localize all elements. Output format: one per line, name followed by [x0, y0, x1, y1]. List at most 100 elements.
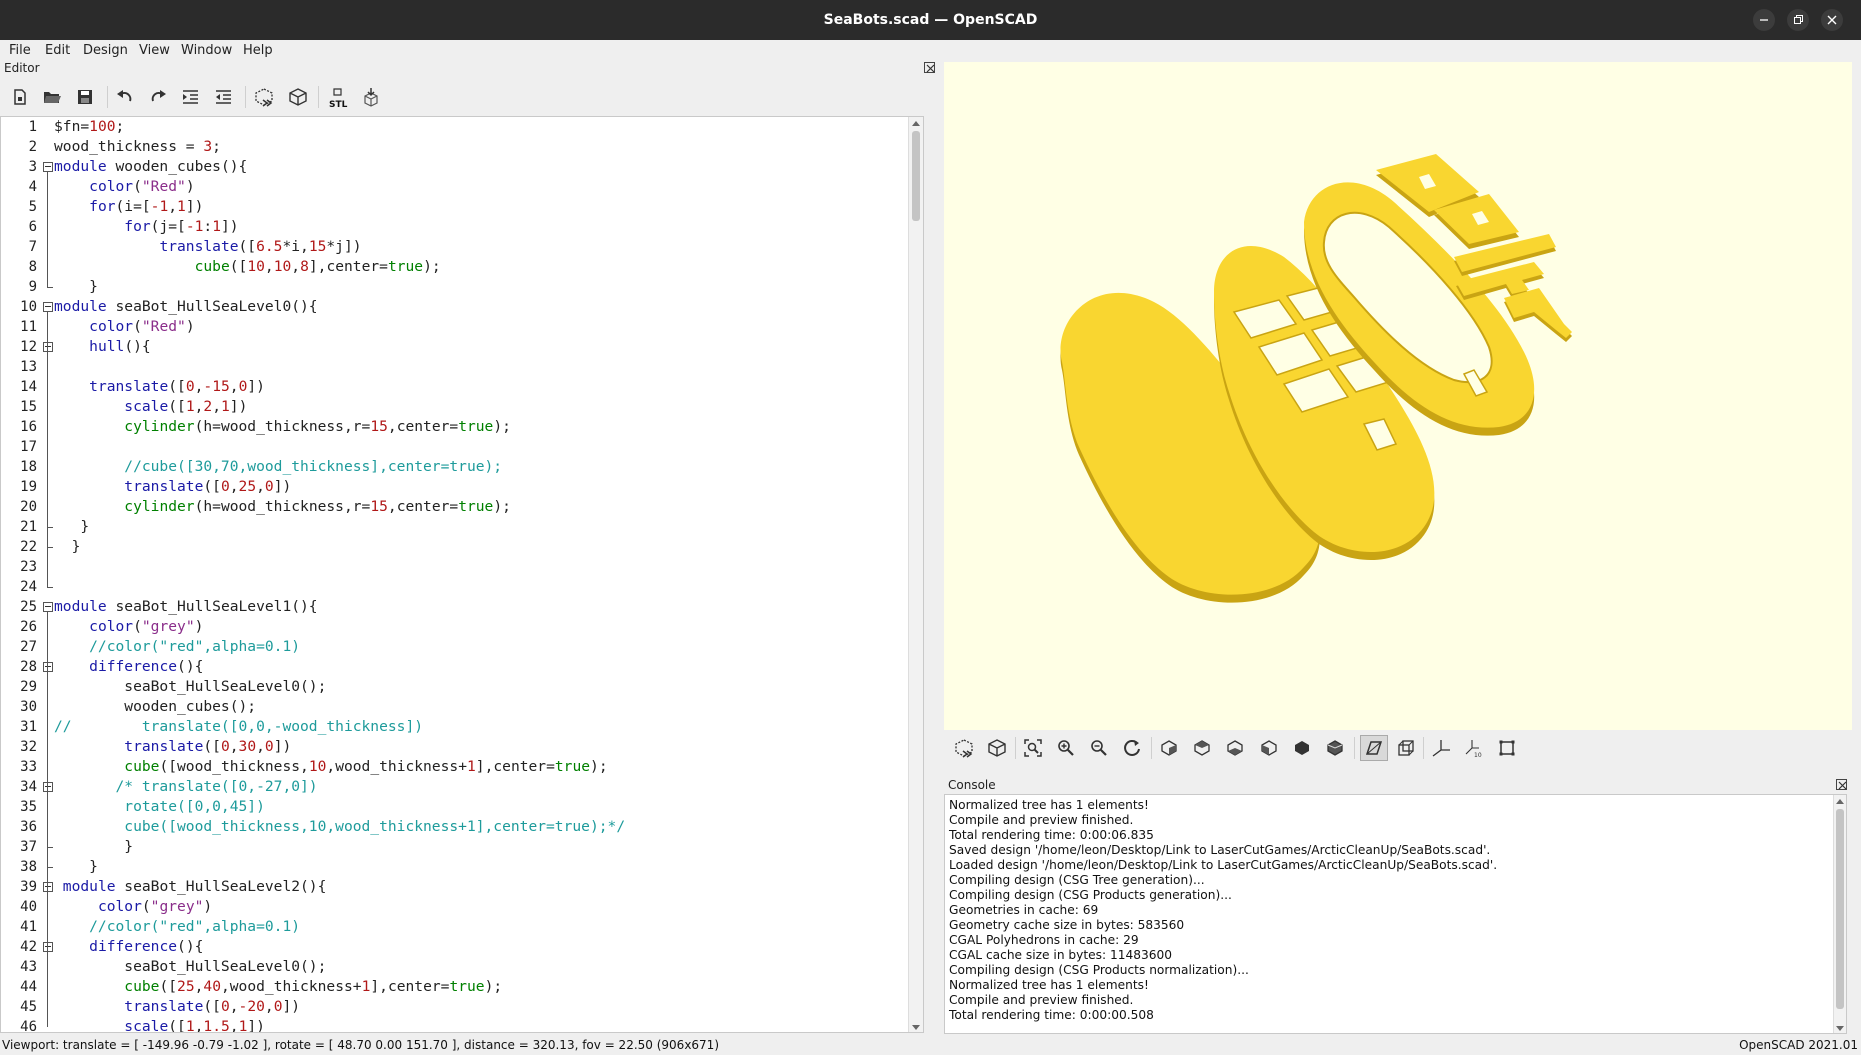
fold-toggle[interactable]: [43, 302, 53, 312]
line-number: 6: [28, 219, 37, 235]
render-button[interactable]: [985, 736, 1009, 760]
line-number: 45: [20, 999, 37, 1015]
line-number: 27: [20, 639, 37, 655]
open-file-button[interactable]: [40, 85, 64, 109]
orthogonal-button[interactable]: [1394, 736, 1418, 760]
fold-toggle[interactable]: [43, 602, 53, 612]
editor-vertical-scrollbar[interactable]: [908, 117, 923, 1032]
send-to-print-button[interactable]: [359, 85, 383, 109]
fold-toggle[interactable]: [43, 342, 53, 352]
code-line: rotate([0,0,45]): [54, 798, 265, 815]
undo-button[interactable]: [113, 85, 137, 109]
show-edges-icon: [1499, 740, 1515, 756]
console-vertical-scrollbar[interactable]: [1833, 795, 1846, 1033]
fold-toggle[interactable]: [43, 162, 53, 172]
line-number: 30: [20, 699, 37, 715]
scrollbar-thumb[interactable]: [1836, 809, 1844, 1009]
line-number: 15: [20, 399, 37, 415]
reset-view-button[interactable]: [1120, 736, 1144, 760]
console-line: CGAL cache size in bytes: 11483600: [949, 948, 1172, 962]
view-bottom-button[interactable]: [1223, 736, 1247, 760]
zoom-in-button[interactable]: [1054, 736, 1078, 760]
minimize-button[interactable]: [1753, 9, 1775, 31]
zoom-out-button[interactable]: [1087, 736, 1111, 760]
scroll-up-arrow-icon[interactable]: [912, 121, 920, 126]
menu-file[interactable]: File: [5, 40, 35, 62]
fold-end-marker: [47, 587, 53, 588]
unindent-button[interactable]: [212, 85, 236, 109]
preview-button[interactable]: [252, 85, 276, 109]
code-line: cube([10,10,8],center=true);: [194, 258, 441, 275]
indent-button[interactable]: [179, 85, 203, 109]
fold-toggle[interactable]: [43, 782, 53, 792]
preview-button[interactable]: [952, 736, 976, 760]
line-number: 21: [20, 519, 37, 535]
console-output[interactable]: Normalized tree has 1 elements! Compile a…: [944, 794, 1847, 1034]
orthogonal-icon: [1398, 740, 1414, 756]
render-button[interactable]: [286, 85, 310, 109]
fold-toggle[interactable]: [43, 882, 53, 892]
fold-end-marker: [47, 867, 53, 868]
show-edges-button[interactable]: [1495, 736, 1519, 760]
fold-toggle[interactable]: [43, 662, 53, 672]
save-button[interactable]: [73, 85, 97, 109]
zoom-out-icon: [1091, 740, 1107, 756]
toolbar-separator: [318, 86, 319, 108]
code-editor[interactable]: 1 2 3 4 5 6 7 8 9 10 11 12 13 14 15 16 17 18 19 20 21 22 23 24 2…: [0, 116, 924, 1033]
perspective-button[interactable]: [1360, 735, 1388, 761]
code-line: module seaBot_HullSeaLevel1(){: [54, 598, 318, 615]
menu-design[interactable]: Design: [79, 40, 132, 62]
fold-guide-line: [47, 312, 48, 587]
line-number: 32: [20, 739, 37, 755]
view-back-icon: [1327, 740, 1343, 756]
menu-edit[interactable]: Edit: [41, 40, 74, 62]
show-axes-button[interactable]: [1429, 736, 1453, 760]
scrollbar-thumb[interactable]: [912, 131, 920, 221]
menu-view[interactable]: View: [135, 40, 174, 62]
line-number: 34: [20, 779, 37, 795]
preview-icon: [255, 88, 273, 107]
3d-viewport[interactable]: [944, 62, 1852, 730]
line-number: 42: [20, 939, 37, 955]
menu-help[interactable]: Help: [239, 40, 277, 62]
code-line: module wooden_cubes(){: [54, 158, 248, 175]
menu-bar: File Edit Design View Window Help: [0, 40, 1861, 62]
toolbar-separator: [1015, 737, 1016, 759]
fold-toggle[interactable]: [43, 942, 53, 952]
code-line: seaBot_HullSeaLevel0();: [54, 678, 327, 695]
console-line: Compiling design (CSG Tree generation)..…: [949, 873, 1205, 887]
line-number: 17: [20, 439, 37, 455]
scroll-up-arrow-icon[interactable]: [1836, 799, 1844, 804]
line-number: 14: [20, 379, 37, 395]
close-button[interactable]: [1821, 9, 1843, 31]
line-number: 33: [20, 759, 37, 775]
code-line: /* translate([0,-27,0]): [54, 778, 318, 795]
code-line: color("grey"): [89, 618, 204, 635]
code-line: translate([0,30,0]): [124, 738, 292, 755]
view-front-button[interactable]: [1290, 736, 1314, 760]
view-back-button[interactable]: [1323, 736, 1347, 760]
redo-button[interactable]: [146, 85, 170, 109]
view-all-button[interactable]: [1021, 736, 1045, 760]
export-stl-button[interactable]: STL: [326, 85, 350, 109]
console-dock-close-button[interactable]: [1836, 779, 1847, 790]
code-line: // translate([0,0,-wood_thickness]): [54, 718, 424, 735]
view-top-button[interactable]: [1190, 736, 1214, 760]
code-line: translate([0,-15,0]): [89, 378, 265, 395]
editor-dock-close-button[interactable]: [924, 62, 935, 73]
menu-window[interactable]: Window: [177, 40, 236, 62]
new-file-icon: [14, 89, 26, 105]
new-file-button[interactable]: [8, 85, 32, 109]
line-number: 5: [28, 199, 37, 215]
maximize-button[interactable]: [1787, 9, 1809, 31]
line-number: 38: [20, 859, 37, 875]
view-left-button[interactable]: [1257, 736, 1281, 760]
show-scale-markers-button[interactable]: 10: [1462, 736, 1486, 760]
scroll-down-arrow-icon[interactable]: [912, 1025, 920, 1030]
close-icon: [926, 64, 935, 73]
line-number: 25: [20, 599, 37, 615]
scroll-down-arrow-icon[interactable]: [1836, 1026, 1844, 1031]
line-number: 4: [28, 179, 37, 195]
code-line: }: [54, 838, 134, 855]
view-right-button[interactable]: [1157, 736, 1181, 760]
